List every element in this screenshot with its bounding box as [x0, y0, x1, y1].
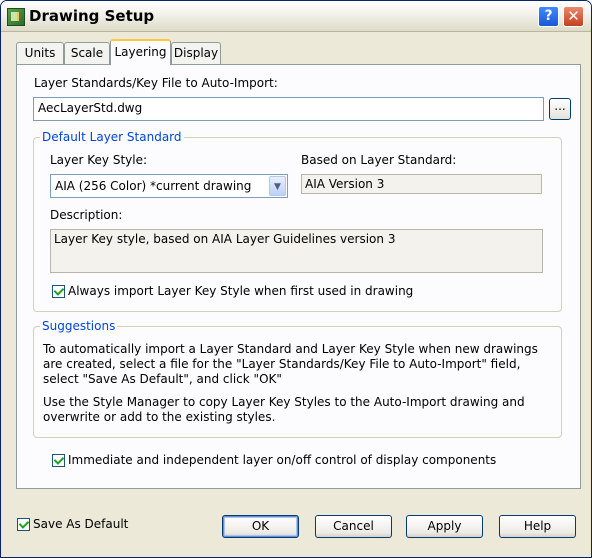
immediate-control-checkbox[interactable]	[52, 454, 65, 467]
suggestions-text-2: Use the Style Manager to copy Layer Key …	[43, 395, 525, 424]
description-field: Layer Key style, based on AIA Layer Guid…	[50, 229, 543, 273]
save-as-default-checkbox[interactable]	[17, 518, 30, 531]
window-title: Drawing Setup	[29, 7, 155, 25]
title-bar[interactable]: Drawing Setup ? ✕	[1, 1, 591, 32]
close-icon[interactable]: ✕	[563, 6, 584, 27]
always-import-checkbox[interactable]	[52, 285, 65, 298]
layer-key-style-select[interactable]: AIA (256 Color) *current drawing ▼	[50, 174, 288, 198]
tab-scale[interactable]: Scale	[64, 42, 110, 64]
tab-units[interactable]: Units	[16, 42, 64, 64]
default-layer-standard-legend: Default Layer Standard	[40, 130, 184, 144]
immediate-control-label[interactable]: Immediate and independent layer on/off c…	[68, 453, 496, 467]
help-button[interactable]: Help	[499, 515, 576, 538]
based-on-standard-label: Based on Layer Standard:	[301, 153, 457, 167]
save-as-default-label[interactable]: Save As Default	[33, 517, 128, 531]
suggestions-text-1: To automatically import a Layer Standard…	[43, 342, 538, 386]
autoimport-label: Layer Standards/Key File to Auto-Import:	[34, 76, 278, 90]
cancel-button[interactable]: Cancel	[315, 515, 392, 538]
drawing-setup-app-icon	[7, 8, 25, 26]
suggestions-group: Suggestions To automatically import a La…	[33, 319, 562, 438]
browse-button[interactable]: ...	[549, 98, 571, 120]
drawing-setup-dialog: Drawing Setup ? ✕ Units Scale Layering D…	[0, 0, 592, 558]
default-layer-standard-group: Default Layer Standard Layer Key Style: …	[33, 130, 562, 312]
layering-tab-panel: Layer Standards/Key File to Auto-Import:…	[16, 64, 581, 489]
apply-button[interactable]: Apply	[406, 515, 483, 538]
chevron-down-icon[interactable]: ▼	[269, 176, 286, 196]
suggestions-legend: Suggestions	[40, 319, 118, 333]
autoimport-file-input[interactable]: AecLayerStd.dwg	[33, 97, 544, 121]
help-icon[interactable]: ?	[538, 6, 559, 27]
based-on-standard-field: AIA Version 3	[301, 174, 542, 194]
description-label: Description:	[50, 208, 123, 222]
always-import-label[interactable]: Always import Layer Key Style when first…	[68, 284, 413, 298]
layer-key-style-label: Layer Key Style:	[50, 153, 148, 167]
ok-button[interactable]: OK	[222, 515, 299, 538]
tab-display[interactable]: Display	[171, 42, 221, 64]
layer-key-style-value: AIA (256 Color) *current drawing	[55, 179, 252, 193]
tab-layering[interactable]: Layering	[110, 39, 171, 65]
